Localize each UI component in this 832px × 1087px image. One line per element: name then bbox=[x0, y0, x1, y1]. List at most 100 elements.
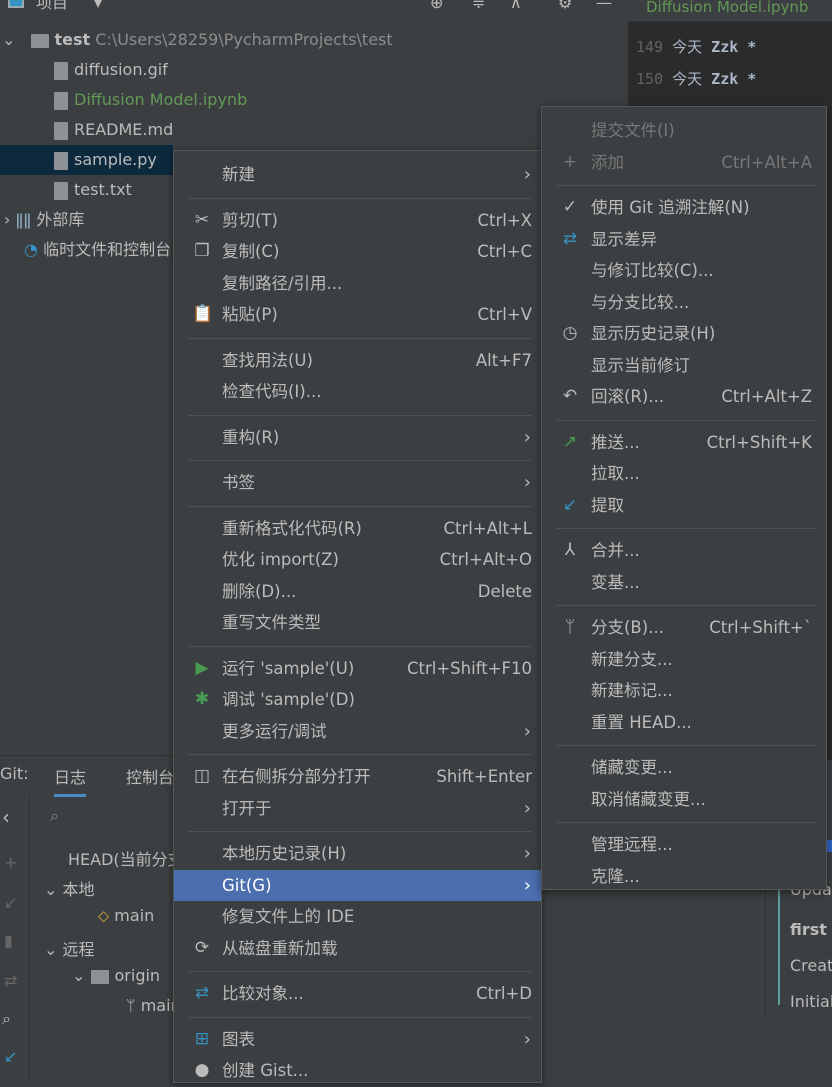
menu-item-15[interactable]: 优化 import(Z) Ctrl+Alt+O bbox=[174, 544, 541, 576]
add-icon[interactable]: + bbox=[4, 853, 17, 872]
commit-row[interactable]: first bbox=[790, 920, 827, 939]
delete-icon[interactable]: ▮ bbox=[4, 931, 13, 950]
menu-item-label: 从磁盘重新加载 bbox=[222, 938, 338, 958]
menu-item-4[interactable]: ⇄ 显示差异 bbox=[542, 224, 826, 256]
gear-icon[interactable]: ⚙ bbox=[558, 0, 572, 12]
menu-item-26[interactable]: 本地历史记录(H) › bbox=[174, 838, 541, 870]
file-name: README.md bbox=[74, 120, 174, 139]
menu-item-17[interactable]: 重写文件类型 bbox=[174, 607, 541, 639]
menu-item-23[interactable]: ◫ 在右侧拆分部分打开 Shift+Enter bbox=[174, 761, 541, 793]
menu-item-29[interactable]: ⟳ 从磁盘重新加载 bbox=[174, 933, 541, 965]
menu-separator bbox=[174, 499, 541, 513]
commit-row[interactable]: Create bbox=[790, 956, 832, 975]
menu-item-2[interactable]: ✂ 剪切(T) Ctrl+X bbox=[174, 205, 541, 237]
menu-item-26[interactable]: 管理远程... bbox=[542, 829, 826, 861]
menu-item-4[interactable]: 复制路径/引用... bbox=[174, 268, 541, 300]
menu-separator bbox=[174, 964, 541, 978]
menu-item-19[interactable]: ▶ 运行 'sample'(U) Ctrl+Shift+F10 bbox=[174, 653, 541, 685]
menu-item-7[interactable]: 查找用法(U) Alt+F7 bbox=[174, 345, 541, 377]
menu-item-20[interactable]: 新建标记... bbox=[542, 675, 826, 707]
remote-node[interactable]: ⌄ 远程 bbox=[44, 936, 95, 960]
expand-all-icon[interactable]: ≑ bbox=[472, 0, 485, 12]
menu-item-18[interactable]: ᛘ 分支(B)... Ctrl+Shift+` bbox=[542, 612, 826, 644]
menu-item-shortcut: Alt+F7 bbox=[475, 350, 532, 370]
menu-item-16[interactable]: 变基... bbox=[542, 567, 826, 599]
compare-icon[interactable]: ⇄ bbox=[4, 971, 17, 990]
checkout-icon[interactable]: ↙ bbox=[4, 893, 17, 912]
menu-item-label: 管理远程... bbox=[591, 835, 673, 854]
commit-row[interactable]: Initial bbox=[790, 992, 832, 1011]
menu-item-24[interactable]: 取消储藏变更... bbox=[542, 784, 826, 816]
locate-icon[interactable]: ⊕ bbox=[430, 0, 443, 12]
menu-item-1[interactable]: + 添加 Ctrl+Alt+A bbox=[542, 147, 826, 179]
menu-separator bbox=[542, 521, 826, 535]
menu-item-0[interactable]: 新建 › bbox=[174, 159, 541, 191]
menu-item-8[interactable]: 检查代码(I)... bbox=[174, 376, 541, 408]
minimize-icon[interactable]: — bbox=[596, 0, 612, 12]
menu-item-0[interactable]: 提交文件(I) bbox=[542, 115, 826, 147]
menu-item-13[interactable]: ↙ 提取 bbox=[542, 490, 826, 522]
fetch-icon[interactable]: ↙ bbox=[4, 1047, 17, 1066]
menu-item-3[interactable]: ✓ 使用 Git 追溯注解(N) bbox=[542, 192, 826, 224]
back-icon[interactable]: ‹ bbox=[2, 805, 10, 829]
branch-head[interactable]: HEAD(当前分支) bbox=[68, 846, 190, 870]
menu-item-9[interactable]: ↶ 回滚(R)... Ctrl+Alt+Z bbox=[542, 381, 826, 413]
editor-tab[interactable]: Diffusion Model.ipynb bbox=[628, 0, 832, 22]
menu-item-24[interactable]: 打开于 › bbox=[174, 793, 541, 825]
menu-item-7[interactable]: ◷ 显示历史记录(H) bbox=[542, 318, 826, 350]
search-icon[interactable]: ⌕ bbox=[2, 1009, 11, 1029]
menu-item-label: 复制路径/引用... bbox=[222, 273, 343, 293]
tree-file[interactable]: sample.py bbox=[0, 145, 173, 175]
menu-item-5[interactable]: 📋 粘贴(P) Ctrl+V bbox=[174, 299, 541, 331]
menu-item-12[interactable]: 拉取... bbox=[542, 458, 826, 490]
menu-item-23[interactable]: 储藏变更... bbox=[542, 752, 826, 784]
menu-item-label: 优化 import(Z) bbox=[222, 550, 339, 569]
tree-file[interactable]: diffusion.gif bbox=[0, 55, 628, 85]
origin-node[interactable]: ⌄ origin bbox=[72, 966, 160, 985]
menu-item-16[interactable]: 删除(D)... Delete bbox=[174, 576, 541, 608]
menu-item-label: 推送... bbox=[591, 432, 640, 452]
menu-item-shortcut: Ctrl+Shift+F10 bbox=[407, 658, 532, 678]
tree-root[interactable]: ⌄ test C:\Users\28259\PycharmProjects\te… bbox=[0, 25, 628, 55]
project-label[interactable]: 项目 bbox=[36, 0, 68, 12]
menu-item-34[interactable]: ● 创建 Gist... bbox=[174, 1055, 541, 1087]
menu-item-11[interactable]: ↗ 推送... Ctrl+Shift+K bbox=[542, 427, 826, 459]
tab-console[interactable]: 控制台 bbox=[126, 764, 174, 788]
menu-item-27[interactable]: 克隆... bbox=[542, 861, 826, 893]
tree-file[interactable]: README.md bbox=[0, 115, 628, 145]
menu-item-14[interactable]: 重新格式化代码(R) Ctrl+Alt+L bbox=[174, 513, 541, 545]
file-icon bbox=[54, 151, 68, 170]
menu-item-33[interactable]: ⊞ 图表 › bbox=[174, 1024, 541, 1056]
tree-file[interactable]: Diffusion Model.ipynb bbox=[0, 85, 628, 115]
chevron-down-icon[interactable]: ▾ bbox=[94, 0, 102, 12]
menu-item-6[interactable]: 与分支比较... bbox=[542, 287, 826, 319]
menu-item-label: 比较对象... bbox=[222, 984, 304, 1003]
menu-item-3[interactable]: ❐ 复制(C) Ctrl+C bbox=[174, 236, 541, 268]
menu-separator bbox=[542, 815, 826, 829]
menu-item-21[interactable]: 重置 HEAD... bbox=[542, 707, 826, 739]
tree-scratches[interactable]: ◔ 临时文件和控制台 bbox=[0, 235, 173, 265]
clock-icon: ◷ bbox=[562, 323, 578, 343]
local-node[interactable]: ⌄ 本地 bbox=[44, 876, 95, 900]
menu-item-12[interactable]: 书签 › bbox=[174, 467, 541, 499]
menu-item-label: 检查代码(I)... bbox=[222, 382, 322, 401]
menu-item-5[interactable]: 与修订比较(C)... bbox=[542, 255, 826, 287]
chevron-right-icon: › bbox=[523, 164, 531, 185]
menu-item-31[interactable]: ⇄ 比较对象... Ctrl+D bbox=[174, 978, 541, 1010]
collapse-all-icon[interactable]: ⊼ bbox=[510, 0, 522, 12]
menu-item-20[interactable]: ✱ 调试 'sample'(D) bbox=[174, 684, 541, 716]
search-icon[interactable]: ⌕ bbox=[50, 806, 59, 826]
menu-separator bbox=[174, 331, 541, 345]
menu-item-15[interactable]: ⅄ 合并... bbox=[542, 535, 826, 567]
menu-item-27[interactable]: Git(G) › bbox=[174, 869, 541, 901]
menu-item-21[interactable]: 更多运行/调试 › bbox=[174, 716, 541, 748]
menu-item-8[interactable]: 显示当前修订 bbox=[542, 350, 826, 382]
menu-item-label: 重构(R) bbox=[222, 427, 280, 447]
scratch-icon: ◔ bbox=[24, 240, 38, 259]
local-branch[interactable]: ⬦ main bbox=[98, 906, 154, 926]
menu-item-10[interactable]: 重构(R) › bbox=[174, 422, 541, 454]
menu-item-28[interactable]: 修复文件上的 IDE bbox=[174, 901, 541, 933]
chevron-right-icon: › bbox=[523, 797, 531, 819]
menu-item-19[interactable]: 新建分支... bbox=[542, 644, 826, 676]
tab-log[interactable]: 日志 bbox=[54, 764, 87, 797]
